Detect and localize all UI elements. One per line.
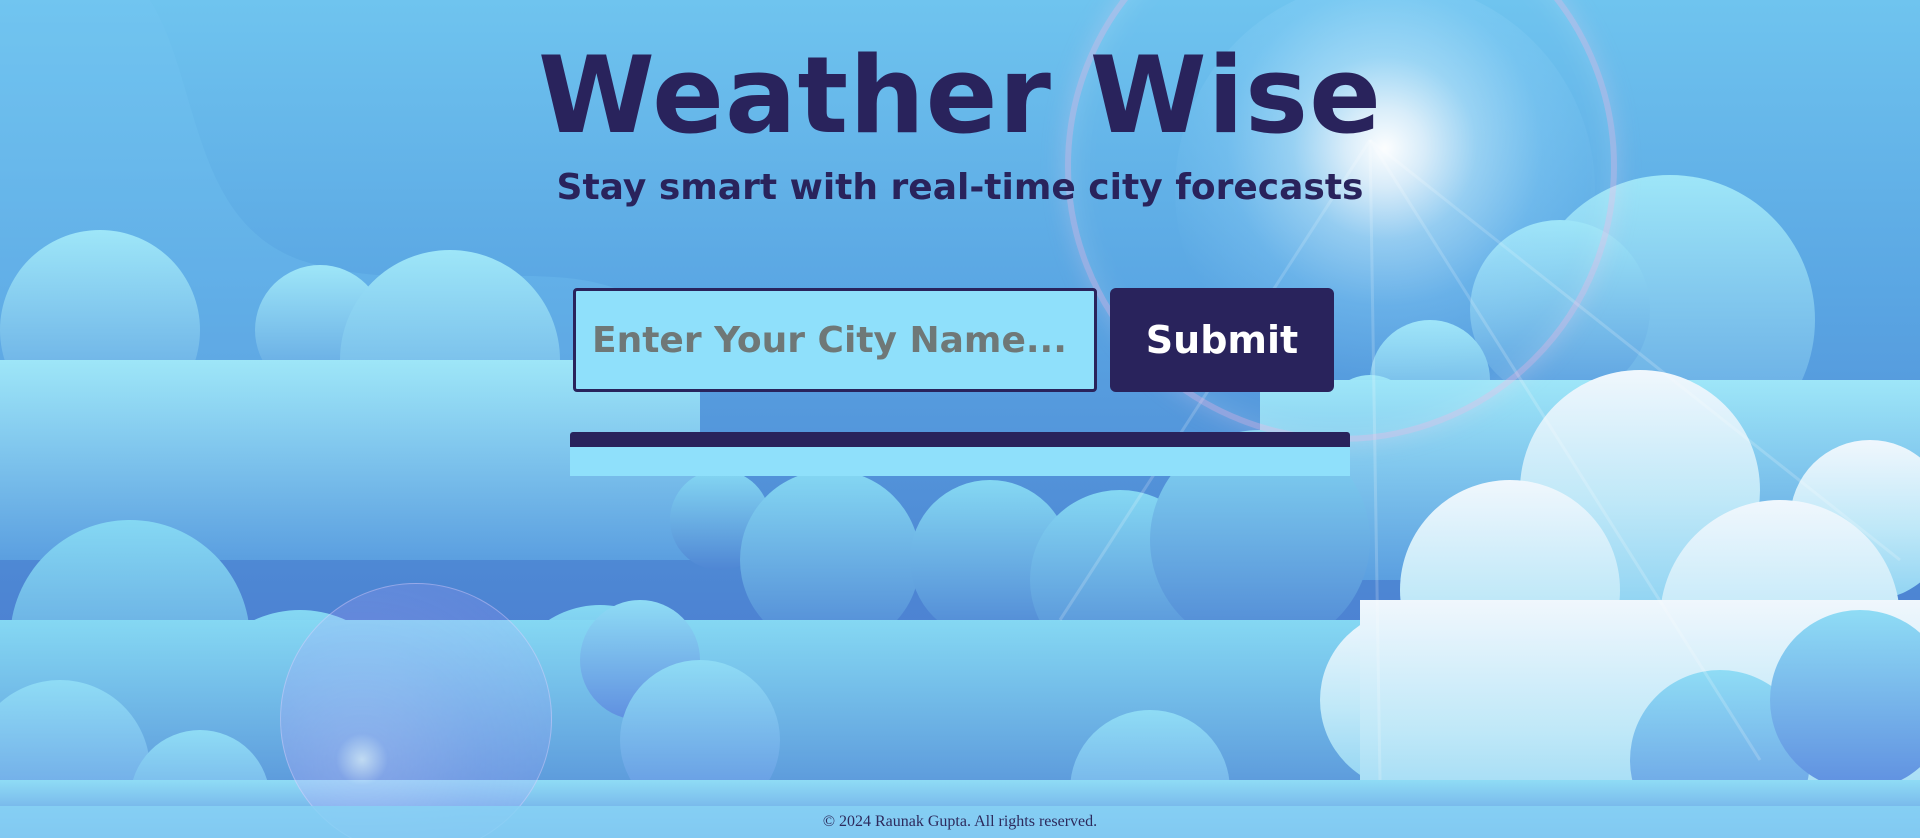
weather-result-panel [570,432,1350,476]
page-title: Weather Wise [537,34,1382,157]
submit-button[interactable]: Submit [1110,288,1334,392]
city-search-form: Submit [573,288,1337,394]
page-subtitle: Stay smart with real-time city forecasts [556,167,1364,208]
city-search-input[interactable] [573,288,1097,392]
footer: © 2024 Raunak Gupta. All rights reserved… [0,806,1920,838]
footer-copyright: © 2024 Raunak Gupta. All rights reserved… [822,813,1098,830]
result-panel-header [570,432,1350,447]
lens-flare-bubble [280,583,552,838]
result-panel-body [570,447,1350,476]
